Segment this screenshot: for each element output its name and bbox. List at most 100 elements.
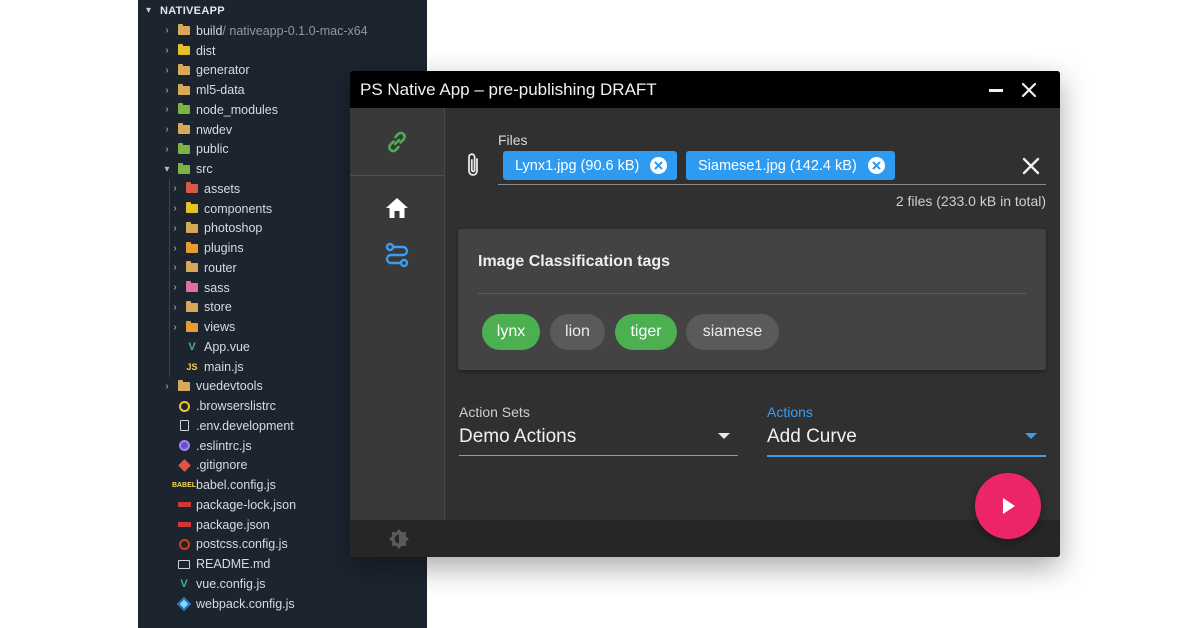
home-button[interactable]: [380, 191, 414, 225]
tag-chip-siamese[interactable]: siamese: [686, 314, 779, 350]
files-summary: 2 files (233.0 kB in total): [895, 193, 1046, 209]
tree-file-webpack-config[interactable]: webpack.config.js: [138, 594, 427, 614]
tree-item-label: package.json: [196, 517, 270, 532]
close-icon: [1022, 157, 1040, 175]
vue-config-file-icon: V: [180, 577, 188, 590]
tree-item-label: build: [196, 23, 223, 38]
tags-card: Image Classification tags lynx lion tige…: [458, 229, 1046, 370]
chevron-right-icon: ›: [165, 25, 169, 37]
dropdown-arrow-icon[interactable]: [718, 433, 730, 439]
actions-route-button[interactable]: [380, 238, 414, 272]
folder-icon: [182, 221, 202, 235]
tree-folder-dist[interactable]: › dist: [138, 41, 427, 61]
tree-item-label: vue.config.js: [196, 576, 266, 591]
tree-item-label: README.md: [196, 557, 271, 572]
vue-file-icon: V: [188, 340, 196, 353]
indent-guide: [169, 258, 170, 278]
action-sets-underline: [459, 455, 738, 456]
explorer-root-label: NATIVEAPP: [160, 4, 225, 17]
tree-item-label: generator: [196, 63, 250, 78]
npm-file-icon: [174, 518, 194, 532]
tree-item-label: main.js: [204, 359, 244, 374]
tree-item-label: .eslintrc.js: [196, 438, 252, 453]
chevron-right-icon: ›: [165, 380, 169, 392]
babel-file-icon: BABEL: [171, 481, 197, 489]
sass-folder-icon: [182, 281, 202, 295]
webpack-file-icon: [174, 596, 194, 611]
tree-item-label: dist: [196, 43, 216, 58]
npm-file-icon: [174, 498, 194, 512]
file-chip[interactable]: Lynx1.jpg (90.6 kB): [503, 151, 677, 180]
chevron-down-icon: ▾: [146, 5, 152, 16]
action-sets-value[interactable]: Demo Actions: [459, 426, 576, 448]
indent-guide: [169, 337, 170, 357]
chevron-right-icon: ›: [165, 104, 169, 116]
tree-item-label: photoshop: [204, 221, 263, 236]
indent-guide: [169, 356, 170, 377]
close-icon: [1021, 82, 1037, 98]
tree-item-label: App.vue: [204, 339, 250, 354]
tree-file-vue-config[interactable]: V vue.config.js: [138, 574, 427, 594]
plugins-folder-icon: [182, 241, 202, 255]
tag-chip-lynx[interactable]: lynx: [482, 314, 540, 350]
folder-icon: [174, 123, 194, 137]
explorer-root[interactable]: ▾ NATIVEAPP: [138, 0, 427, 21]
window-titlebar[interactable]: PS Native App – pre-publishing DRAFT: [350, 71, 1060, 108]
indent-guide: [169, 238, 170, 258]
home-icon: [386, 198, 408, 218]
theme-toggle-button[interactable]: [388, 528, 410, 555]
folder-icon: [174, 24, 194, 38]
tree-file-readme[interactable]: README.md: [138, 554, 427, 574]
tree-folder-build[interactable]: › build / nativeapp-0.1.0-mac-x64: [138, 21, 427, 41]
chevron-right-icon: ›: [165, 84, 169, 96]
brightness-icon: [389, 529, 409, 549]
node-folder-icon: [174, 103, 194, 117]
play-button[interactable]: [975, 473, 1041, 539]
remove-file-button[interactable]: [868, 157, 885, 174]
browserslist-file-icon: [174, 399, 194, 413]
footer-bar: [350, 520, 1060, 557]
postcss-file-icon: [174, 537, 194, 551]
indent-guide: [169, 317, 170, 337]
js-file-icon: JS: [186, 361, 198, 372]
minimize-icon: [989, 89, 1003, 92]
close-icon: [872, 161, 881, 170]
files-label: Files: [498, 132, 528, 148]
tree-item-label: plugins: [204, 241, 244, 256]
remove-file-button[interactable]: [650, 157, 667, 174]
indent-guide: [169, 198, 170, 219]
actions-underline: [767, 455, 1046, 457]
tag-chip-lion[interactable]: lion: [550, 314, 605, 350]
chevron-right-icon: ›: [165, 64, 169, 76]
minimize-button[interactable]: [983, 77, 1009, 103]
file-chip[interactable]: Siamese1.jpg (142.4 kB): [686, 151, 895, 180]
close-window-button[interactable]: [1016, 77, 1042, 103]
tree-item-label: router: [204, 260, 237, 275]
tree-item-label: node_modules: [196, 102, 279, 117]
chevron-right-icon: ›: [173, 222, 177, 234]
actions-value[interactable]: Add Curve: [767, 426, 857, 448]
components-folder-icon: [182, 202, 202, 216]
tree-item-label: components: [204, 201, 273, 216]
link-button[interactable]: [350, 108, 444, 176]
tree-item-label: assets: [204, 181, 241, 196]
chevron-right-icon: ›: [173, 183, 177, 195]
chevron-right-icon: ›: [173, 301, 177, 313]
tree-item-label: .env.development: [196, 418, 294, 433]
tree-item-label: postcss.config.js: [196, 537, 288, 552]
close-icon: [654, 161, 663, 170]
actions-label: Actions: [767, 404, 813, 420]
chevron-right-icon: ›: [165, 45, 169, 57]
action-sets-label: Action Sets: [459, 404, 530, 420]
attach-button[interactable]: [462, 151, 484, 179]
play-icon: [1003, 498, 1015, 514]
tree-item-path-suffix: / nativeapp-0.1.0-mac-x64: [222, 23, 368, 38]
dropdown-arrow-icon[interactable]: [1025, 433, 1037, 439]
tree-item-label: views: [204, 320, 236, 335]
tree-item-label: public: [196, 142, 229, 157]
files-input-underline: [498, 184, 1046, 185]
tag-chip-tiger[interactable]: tiger: [615, 314, 677, 350]
link-icon: [388, 131, 406, 152]
clear-files-button[interactable]: [1018, 153, 1044, 179]
indent-guide: [169, 179, 170, 199]
